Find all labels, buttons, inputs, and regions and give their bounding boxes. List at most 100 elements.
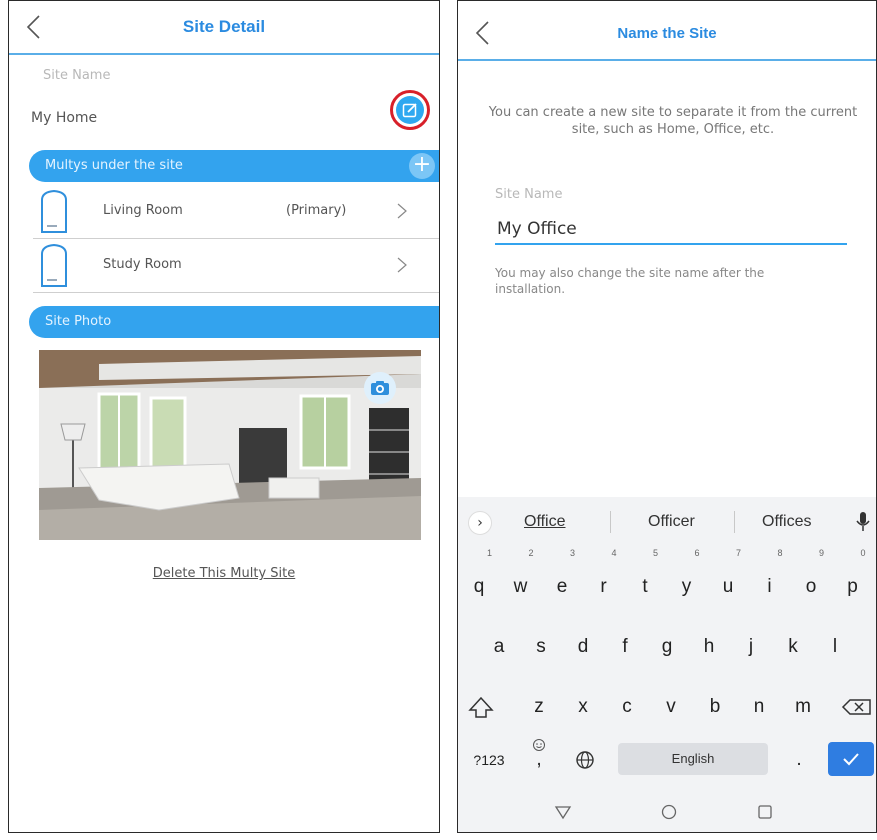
header: Site Detail	[9, 1, 439, 55]
site-detail-screen: Site Detail Site Name My Home Multys und…	[8, 0, 440, 833]
key-number-hint: 2	[528, 548, 534, 558]
key-label: p	[847, 576, 858, 597]
key-v[interactable]: v	[652, 683, 690, 731]
key-p[interactable]: p0	[834, 549, 872, 611]
divider	[610, 511, 611, 533]
suggestion-office[interactable]: Office	[524, 513, 566, 531]
key-z[interactable]: z	[520, 683, 558, 731]
key-label: e	[556, 576, 568, 597]
nav-back-icon[interactable]	[552, 801, 574, 823]
primary-badge: (Primary)	[286, 203, 347, 218]
key-s[interactable]: s	[522, 623, 560, 671]
key-t[interactable]: t5	[626, 549, 664, 611]
key-q[interactable]: q1	[460, 549, 498, 611]
key-u[interactable]: u7	[709, 549, 747, 611]
key-a[interactable]: a	[480, 623, 518, 671]
key-number-hint: 9	[818, 548, 824, 558]
page-title: Site Detail	[182, 17, 266, 36]
check-icon	[843, 753, 859, 766]
key-e[interactable]: e3	[543, 549, 581, 611]
site-photo-section-title: Site Photo	[45, 314, 112, 329]
key-number-hint: 7	[735, 548, 741, 558]
key-label: r	[600, 576, 607, 597]
key-j[interactable]: j	[732, 623, 770, 671]
key-o[interactable]: o9	[792, 549, 830, 611]
multys-section-title: Multys under the site	[45, 158, 183, 173]
emoji-icon	[533, 739, 545, 751]
key-d[interactable]: d	[564, 623, 602, 671]
multys-section-bar: Multys under the site +	[29, 150, 439, 182]
key-m[interactable]: m	[784, 683, 822, 731]
edit-icon	[396, 96, 424, 124]
camera-icon	[371, 381, 389, 395]
device-row-living-room[interactable]: Living Room (Primary)	[33, 186, 439, 239]
key-g[interactable]: g	[648, 623, 686, 671]
key-x[interactable]: x	[564, 683, 602, 731]
site-name-label: Site Name	[43, 68, 111, 83]
nav-recents-icon[interactable]	[754, 801, 776, 823]
key-label: t	[642, 576, 648, 597]
info-text: You can create a new site to separate it…	[488, 105, 858, 137]
hint-text: You may also change the site name after …	[495, 266, 765, 296]
page-title: Name the Site	[617, 25, 717, 42]
key-i[interactable]: i8	[751, 549, 789, 611]
site-photo-section-bar: Site Photo	[29, 306, 439, 338]
key-number-hint: 1	[486, 548, 492, 558]
key-h[interactable]: h	[690, 623, 728, 671]
period-key[interactable]: .	[780, 736, 818, 784]
key-label: w	[513, 576, 528, 597]
suggestion-officer[interactable]: Officer	[648, 513, 695, 531]
multy-device-icon	[41, 243, 67, 287]
key-label: y	[681, 576, 692, 597]
key-w[interactable]: w2	[502, 549, 540, 611]
key-number-hint: 3	[569, 548, 575, 558]
chevron-right-icon	[397, 203, 407, 219]
symbols-key[interactable]: ?123	[466, 736, 512, 784]
key-number-hint: 6	[694, 548, 700, 558]
site-name-input[interactable]	[495, 215, 847, 245]
delete-site-link[interactable]: Delete This Multy Site	[9, 566, 439, 581]
key-r[interactable]: r4	[585, 549, 623, 611]
suggestion-bar: › Office Officer Offices	[458, 497, 876, 547]
device-row-study-room[interactable]: Study Room	[33, 240, 439, 293]
space-key[interactable]: English	[618, 743, 768, 775]
on-screen-keyboard: › Office Officer Offices q1w2e3r4t5y6u7i…	[458, 497, 876, 832]
key-k[interactable]: k	[774, 623, 812, 671]
change-photo-button[interactable]	[364, 372, 396, 404]
key-number-hint: 8	[777, 548, 783, 558]
divider	[734, 511, 735, 533]
key-b[interactable]: b	[696, 683, 734, 731]
key-label: u	[722, 576, 734, 597]
shift-icon[interactable]	[462, 683, 500, 731]
key-n[interactable]: n	[740, 683, 778, 731]
suggestion-offices[interactable]: Offices	[762, 513, 812, 531]
chevron-right-icon	[397, 257, 407, 273]
key-number-hint: 0	[860, 548, 866, 558]
key-l[interactable]: l	[816, 623, 854, 671]
add-multy-button[interactable]: +	[409, 153, 435, 179]
header: Name the Site	[458, 1, 876, 61]
key-label: o	[805, 576, 817, 597]
key-y[interactable]: y6	[668, 549, 706, 611]
multy-device-icon	[41, 189, 67, 233]
device-name: Living Room	[103, 203, 183, 218]
device-name: Study Room	[103, 257, 182, 272]
name-site-screen: Name the Site You can create a new site …	[457, 0, 877, 833]
mic-icon[interactable]	[856, 511, 870, 533]
site-name-value: My Home	[31, 110, 98, 126]
expand-toolbar-button[interactable]: ›	[468, 511, 492, 535]
key-label: q	[473, 576, 485, 597]
comma-key[interactable]: ,	[520, 736, 558, 784]
key-number-hint: 4	[611, 548, 617, 558]
globe-icon[interactable]	[566, 736, 604, 784]
edit-site-name-button[interactable]	[390, 90, 430, 130]
site-name-label: Site Name	[495, 187, 563, 202]
backspace-icon[interactable]	[838, 683, 876, 731]
enter-key[interactable]	[828, 742, 874, 776]
key-f[interactable]: f	[606, 623, 644, 671]
key-c[interactable]: c	[608, 683, 646, 731]
site-photo	[39, 350, 421, 540]
key-label: i	[767, 576, 772, 597]
key-number-hint: 5	[652, 548, 658, 558]
nav-home-icon[interactable]	[658, 801, 680, 823]
